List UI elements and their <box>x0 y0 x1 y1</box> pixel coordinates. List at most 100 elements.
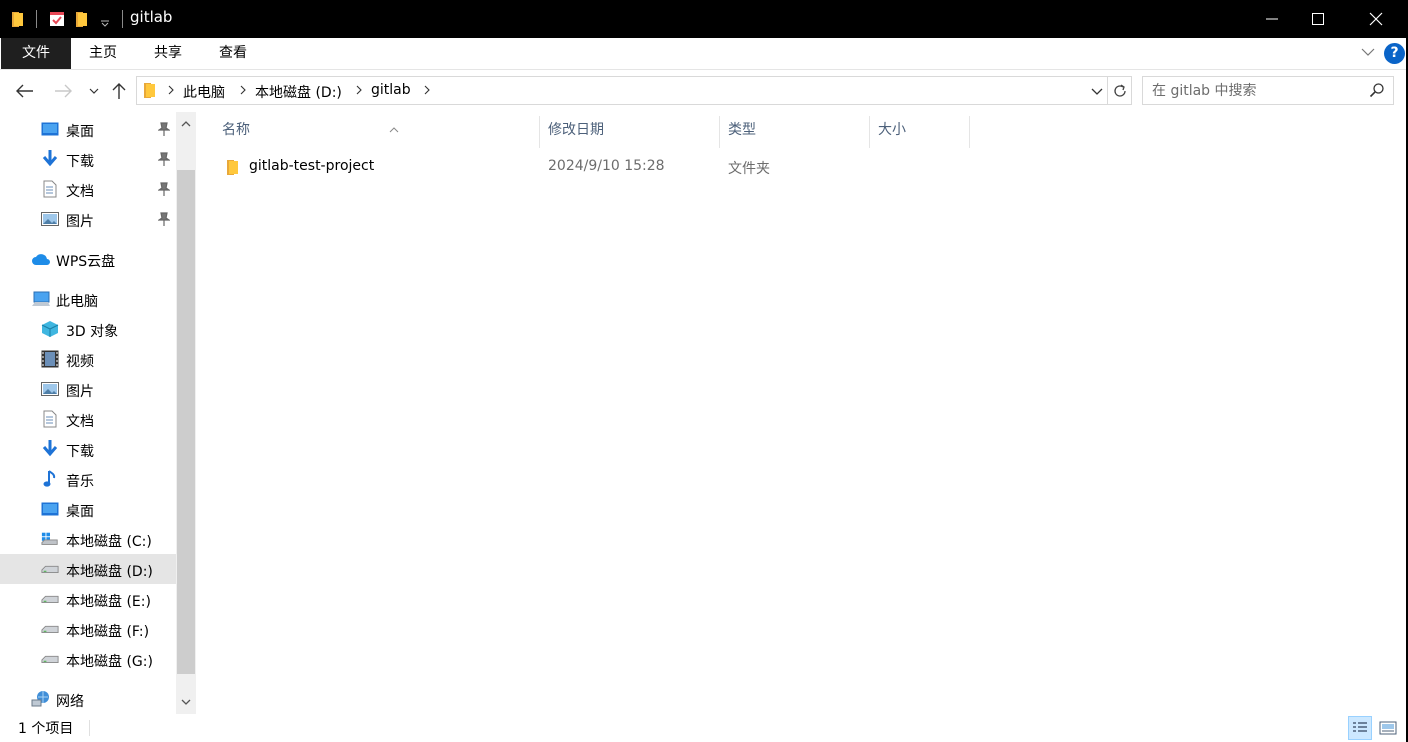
sidebar-item-this-pc[interactable]: 此电脑 <box>0 284 176 314</box>
sidebar-item-label: 下载 <box>66 444 94 460</box>
column-header-label: 名称 <box>222 122 250 138</box>
video-icon <box>41 350 59 368</box>
music-icon <box>41 470 59 488</box>
column-header-size[interactable]: 大小 <box>870 116 970 148</box>
navigation-pane-scrollbar[interactable] <box>176 112 196 714</box>
sidebar-item-label: 视频 <box>66 354 94 370</box>
file-list-pane[interactable]: 名称 修改日期 类型 大小 gitlab-test-project 2024/9… <box>196 112 1408 714</box>
sidebar-item-label: 本地磁盘 (E:) <box>66 594 151 610</box>
properties-icon[interactable] <box>46 0 68 38</box>
address-history-dropdown-icon[interactable] <box>1091 85 1103 101</box>
sidebar-item-label: 此电脑 <box>56 294 98 310</box>
column-header-type[interactable]: 类型 <box>720 116 870 148</box>
customize-toolbar-icon[interactable] <box>98 4 112 42</box>
pin-icon[interactable] <box>157 182 171 200</box>
help-button[interactable]: ? <box>1384 43 1405 64</box>
breadcrumb-drive-d[interactable]: 本地磁盘 (D:) <box>255 82 342 102</box>
breadcrumb-gitlab[interactable]: gitlab <box>371 82 411 98</box>
tab-share[interactable]: 共享 <box>145 38 191 69</box>
close-button[interactable] <box>1353 0 1399 38</box>
sidebar-item-label: 文档 <box>66 184 94 200</box>
item-count: 1 个项目 <box>18 721 74 737</box>
details-view-icon <box>1353 722 1367 732</box>
expand-ribbon-icon[interactable] <box>1360 44 1376 64</box>
folder-icon <box>226 158 240 180</box>
pin-icon[interactable] <box>157 122 171 140</box>
minimize-button[interactable] <box>1249 0 1295 38</box>
sidebar-item-network[interactable]: 网络 <box>0 684 176 714</box>
desktop-icon <box>41 500 59 518</box>
folder-icon <box>143 81 157 103</box>
sidebar-item-documents-pinned[interactable]: 文档 <box>0 174 176 204</box>
cloud-icon <box>31 250 51 268</box>
file-type: 文件夹 <box>728 161 770 177</box>
chevron-right-icon[interactable] <box>423 84 431 100</box>
sidebar-item-drive-f[interactable]: 本地磁盘 (F:) <box>0 614 176 644</box>
large-icons-view-button[interactable] <box>1376 716 1400 740</box>
sidebar-item-documents[interactable]: 文档 <box>0 404 176 434</box>
up-button[interactable] <box>108 80 130 102</box>
sidebar-item-desktop[interactable]: 桌面 <box>0 494 176 524</box>
folder-icon <box>8 0 28 38</box>
computer-icon <box>31 290 51 308</box>
scrollbar-thumb[interactable] <box>177 170 195 674</box>
tab-view[interactable]: 查看 <box>210 38 256 69</box>
sidebar-item-pictures[interactable]: 图片 <box>0 374 176 404</box>
sidebar-item-drive-d[interactable]: 本地磁盘 (D:) <box>0 554 176 584</box>
pin-icon[interactable] <box>157 212 171 230</box>
chevron-right-icon[interactable] <box>167 84 175 100</box>
title-bar: gitlab <box>0 0 1408 38</box>
sidebar-item-3d-objects[interactable]: 3D 对象 <box>0 314 176 344</box>
drive-icon <box>41 590 59 608</box>
sidebar-item-downloads-pinned[interactable]: 下载 <box>0 144 176 174</box>
large-icons-view-icon <box>1379 721 1397 735</box>
drive-icon <box>41 560 59 578</box>
new-folder-icon[interactable] <box>72 0 92 38</box>
search-icon[interactable] <box>1369 82 1385 102</box>
sidebar-item-label: WPS云盘 <box>56 254 116 270</box>
sidebar-item-label: 下载 <box>66 154 94 170</box>
search-input[interactable] <box>1143 77 1367 104</box>
maximize-button[interactable] <box>1295 0 1341 38</box>
sidebar-item-label: 音乐 <box>66 474 94 490</box>
drive-icon <box>41 650 59 668</box>
sidebar-item-pictures-pinned[interactable]: 图片 <box>0 204 176 234</box>
chevron-right-icon[interactable] <box>355 84 363 100</box>
table-row[interactable]: gitlab-test-project 2024/9/10 15:28 文件夹 <box>216 154 966 182</box>
search-box[interactable] <box>1142 76 1394 105</box>
back-button[interactable] <box>14 80 36 102</box>
scroll-up-icon[interactable] <box>176 112 196 136</box>
pin-icon[interactable] <box>157 152 171 170</box>
sidebar-item-desktop-pinned[interactable]: 桌面 <box>0 114 176 144</box>
address-bar[interactable]: 此电脑 本地磁盘 (D:) gitlab <box>136 76 1108 105</box>
details-view-button[interactable] <box>1348 716 1372 740</box>
network-icon <box>31 690 51 708</box>
sidebar-item-label: 网络 <box>56 694 84 710</box>
column-header-name[interactable]: 名称 <box>214 116 540 148</box>
sidebar-item-label: 文档 <box>66 414 94 430</box>
sidebar-item-drive-g[interactable]: 本地磁盘 (G:) <box>0 644 176 674</box>
refresh-button[interactable] <box>1108 76 1132 105</box>
sidebar-item-music[interactable]: 音乐 <box>0 464 176 494</box>
tab-home[interactable]: 主页 <box>80 38 126 69</box>
scroll-down-icon[interactable] <box>176 690 196 714</box>
recent-locations-button[interactable] <box>83 80 105 102</box>
sidebar-item-label: 桌面 <box>66 124 94 140</box>
forward-button[interactable] <box>52 80 74 102</box>
3d-objects-icon <box>41 320 59 338</box>
navigation-pane: 桌面 下载 文档 图片 WPS云盘 此电脑 3D 对象 视频 图片 文档 下载 … <box>0 112 176 714</box>
sidebar-item-label: 图片 <box>66 214 94 230</box>
breadcrumb-this-pc[interactable]: 此电脑 <box>183 82 225 102</box>
sidebar-item-drive-e[interactable]: 本地磁盘 (E:) <box>0 584 176 614</box>
column-header-modified[interactable]: 修改日期 <box>540 116 720 148</box>
sidebar-item-wps-cloud[interactable]: WPS云盘 <box>0 244 176 274</box>
sidebar-item-label: 桌面 <box>66 504 94 520</box>
sidebar-item-label: 本地磁盘 (F:) <box>66 624 150 640</box>
sidebar-item-downloads[interactable]: 下载 <box>0 434 176 464</box>
tab-file[interactable]: 文件 <box>1 38 71 69</box>
sidebar-item-drive-c[interactable]: 本地磁盘 (C:) <box>0 524 176 554</box>
sidebar-item-videos[interactable]: 视频 <box>0 344 176 374</box>
download-icon <box>41 440 59 458</box>
chevron-right-icon[interactable] <box>239 84 247 100</box>
download-icon <box>41 150 59 168</box>
